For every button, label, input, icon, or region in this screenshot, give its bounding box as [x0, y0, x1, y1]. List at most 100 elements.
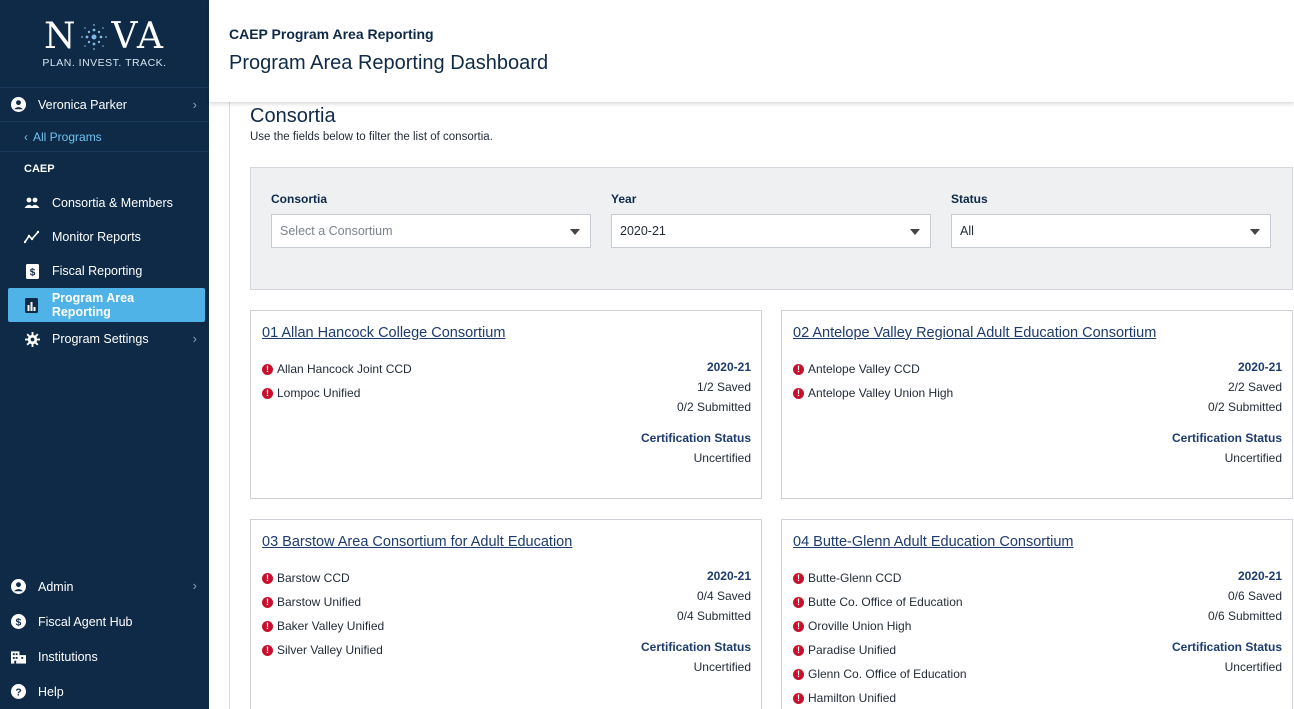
sidebar-item-label: Institutions	[38, 649, 98, 664]
filter-panel: Consortia Select a Consortium Year 2020-…	[250, 167, 1293, 290]
svg-text:$: $	[15, 617, 21, 628]
member-list: ! Butte-Glenn CCD! Butte Co. Office of Edu…	[793, 566, 967, 709]
saved-count: 2/2 Saved	[1227, 380, 1282, 394]
member-name: Oroville Union High	[808, 619, 912, 633]
report-year: 2020-21	[706, 360, 751, 374]
consortia-filter-label: Consortia	[271, 192, 328, 206]
member-item: ! Hamilton Unified	[793, 686, 967, 709]
member-name: Hamilton Unified	[808, 691, 897, 705]
member-name: Glenn Co. Office of Education	[808, 667, 967, 681]
breadcrumb: CAEP Program Area Reporting	[229, 26, 434, 42]
sidebar-item-help[interactable]: ? Help	[0, 674, 209, 709]
main-content: Consortia Use the fields below to filter…	[229, 102, 1294, 709]
page-header: CAEP Program Area Reporting Program Area…	[209, 0, 1294, 102]
sidebar-item-label: Fiscal Reporting	[52, 264, 143, 278]
trend-icon	[24, 229, 40, 245]
nova-logo[interactable]: N VA PLAN. INVEST. TRACK.	[0, 0, 209, 88]
consortium-title-link[interactable]: 03 Barstow Area Consortium for Adult Edu…	[262, 534, 572, 550]
alert-icon: !	[793, 387, 804, 399]
year-select-value: 2020-21	[620, 224, 666, 238]
sidebar-item-fiscal-reporting[interactable]: $ Fiscal Reporting	[0, 254, 209, 288]
user-circle-icon	[10, 97, 26, 113]
consortium-title-link[interactable]: 02 Antelope Valley Regional Adult Educat…	[793, 325, 1156, 341]
status-summary: 2020-21 1/2 Saved 0/2 Submitted Certificati…	[641, 357, 751, 468]
certification-status-label: Certification Status	[640, 431, 751, 445]
sidebar-item-monitor-reports[interactable]: Monitor Reports	[0, 220, 209, 254]
logo-tagline: PLAN. INVEST. TRACK.	[42, 56, 167, 69]
consortium-title-link[interactable]: 01 Allan Hancock College Consortium	[262, 325, 505, 341]
sidebar-item-fiscal-agent-hub[interactable]: $ Fiscal Agent Hub	[0, 604, 209, 639]
member-item: ! Barstow CCD	[262, 566, 384, 590]
dollar-circle-icon: $	[10, 614, 26, 630]
sidebar-item-program-settings[interactable]: Program Settings ›	[0, 322, 209, 356]
question-icon: ?	[10, 684, 26, 700]
alert-icon: !	[262, 363, 273, 375]
sidebar-item-program-area-reporting[interactable]: Program Area Reporting	[8, 288, 205, 322]
consortium-card: 04 Butte-Glenn Adult Education Consortiu…	[781, 519, 1293, 709]
sidebar: N VA PLAN. INVEST. TRACK. Veronica Parke…	[0, 0, 209, 709]
alert-icon: !	[793, 668, 804, 680]
consortium-card: 03 Barstow Area Consortium for Adult Edu…	[250, 519, 762, 709]
consortium-card: 01 Allan Hancock College Consortium ! Alla…	[250, 310, 762, 499]
building-icon	[10, 649, 26, 665]
certification-status-label: Certification Status	[640, 640, 751, 654]
saved-count: 0/6 Saved	[1227, 589, 1282, 603]
chevron-right-icon: ›	[192, 578, 197, 593]
member-name: Barstow CCD	[277, 571, 350, 585]
all-programs-link[interactable]: ‹ All Programs	[0, 122, 209, 152]
status-summary: 2020-21 0/6 Saved 0/6 Submitted Certificati…	[1172, 566, 1282, 677]
member-name: Antelope Valley CCD	[808, 362, 920, 376]
sidebar-item-institutions[interactable]: Institutions	[0, 639, 209, 674]
caret-down-icon	[1250, 229, 1260, 235]
sidebar-item-label: Program Settings	[52, 332, 149, 346]
sidebar-item-label: Consortia & Members	[52, 196, 173, 210]
alert-icon: !	[262, 596, 273, 608]
member-list: ! Antelope Valley CCD! Antelope Valley Uni…	[793, 357, 953, 405]
submitted-count: 0/6 Submitted	[1207, 609, 1282, 623]
status-summary: 2020-21 0/4 Saved 0/4 Submitted Certificati…	[641, 566, 751, 677]
status-select[interactable]: All	[951, 214, 1271, 248]
sidebar-item-consortia-members[interactable]: Consortia & Members	[0, 186, 209, 220]
sidebar-item-admin[interactable]: Admin ›	[0, 569, 209, 604]
svg-text:?: ?	[15, 687, 21, 698]
report-year: 2020-21	[1237, 569, 1282, 583]
saved-count: 0/4 Saved	[696, 589, 751, 603]
caret-down-icon	[570, 229, 580, 235]
consortia-select[interactable]: Select a Consortium	[271, 214, 591, 248]
sidebar-item-label: Admin	[38, 579, 74, 594]
consortium-title-link[interactable]: 04 Butte-Glenn Adult Education Consortiu…	[793, 534, 1074, 550]
member-name: Butte-Glenn CCD	[808, 571, 902, 585]
alert-icon: !	[793, 596, 804, 608]
chevron-right-icon: ›	[192, 331, 197, 346]
certification-status-label: Certification Status	[1171, 640, 1282, 654]
chevron-left-icon: ‹	[24, 129, 28, 144]
member-name: Lompoc Unified	[277, 386, 361, 400]
report-year: 2020-21	[706, 569, 751, 583]
alert-icon: !	[793, 692, 804, 704]
alert-icon: !	[262, 387, 273, 399]
submitted-count: 0/4 Submitted	[676, 609, 751, 623]
status-summary: 2020-21 2/2 Saved 0/2 Submitted Certificati…	[1172, 357, 1282, 468]
year-filter: Year 2020-21	[611, 192, 931, 248]
member-item: ! Paradise Unified	[793, 638, 967, 662]
submitted-count: 0/2 Submitted	[676, 400, 751, 414]
certification-status-value: Uncertified	[693, 660, 751, 674]
consortium-card: 02 Antelope Valley Regional Adult Educat…	[781, 310, 1293, 499]
year-select[interactable]: 2020-21	[611, 214, 931, 248]
member-item: ! Allan Hancock Joint CCD	[262, 357, 412, 381]
member-name: Paradise Unified	[808, 643, 897, 657]
section-label-caep: CAEP	[24, 163, 55, 175]
dollar-doc-icon: $	[24, 263, 40, 279]
user-menu[interactable]: Veronica Parker ›	[0, 88, 209, 122]
member-item: ! Antelope Valley CCD	[793, 357, 953, 381]
member-name: Butte Co. Office of Education	[808, 595, 963, 609]
status-select-value: All	[960, 224, 974, 238]
alert-icon: !	[793, 363, 804, 375]
section-help-text: Use the fields below to filter the list …	[250, 131, 493, 143]
alert-icon: !	[793, 572, 804, 584]
member-item: ! Lompoc Unified	[262, 381, 412, 405]
certification-status-value: Uncertified	[693, 451, 751, 465]
bar-chart-icon	[24, 297, 40, 313]
member-name: Antelope Valley Union High	[808, 386, 954, 400]
page-title: Program Area Reporting Dashboard	[229, 52, 549, 74]
